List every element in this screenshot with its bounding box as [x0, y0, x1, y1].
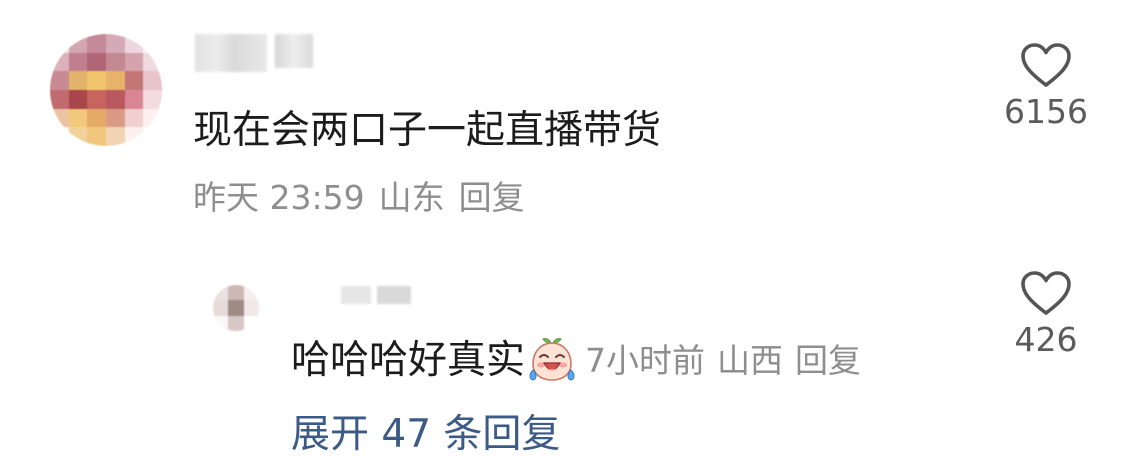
username-blur-block — [341, 286, 371, 304]
expand-replies-link[interactable]: 展开 47 条回复 — [291, 412, 560, 458]
reply-text: 哈哈哈好真实 — [291, 338, 526, 383]
reply-like-count: 426 — [1014, 320, 1078, 359]
comment-like-count: 6156 — [1004, 92, 1088, 131]
comment-location: 山东 — [378, 178, 445, 217]
comment-meta: 昨天 23:59 山东 回复 — [193, 178, 539, 218]
username-blur-block — [195, 34, 267, 72]
commenter-avatar[interactable] — [50, 34, 162, 146]
replier-avatar[interactable] — [213, 285, 259, 331]
comment-like-button[interactable]: 6156 — [1000, 42, 1092, 132]
reply-reply-button[interactable]: 回复 — [795, 341, 861, 380]
heart-icon — [1000, 270, 1092, 316]
reply-meta: 7小时前 山西 回复 — [585, 341, 873, 381]
reply-location: 山西 — [717, 341, 784, 380]
comment-time: 昨天 23:59 — [193, 178, 365, 217]
username-blur-block — [275, 34, 313, 68]
comment-text: 现在会两口子一起直播带货 — [193, 108, 662, 153]
username-blur-block — [377, 286, 411, 304]
comment-reply-button[interactable]: 回复 — [459, 178, 525, 217]
crying-laughing-emoji-icon — [525, 334, 583, 388]
reply-time: 7小时前 — [585, 341, 706, 380]
heart-icon — [1000, 42, 1092, 88]
reply-like-button[interactable]: 426 — [1000, 270, 1092, 360]
replier-username[interactable] — [341, 286, 416, 306]
reply-content-line: 哈哈哈好真实 7小时前 山西 回复 — [291, 334, 873, 388]
commenter-username[interactable] — [195, 34, 330, 74]
